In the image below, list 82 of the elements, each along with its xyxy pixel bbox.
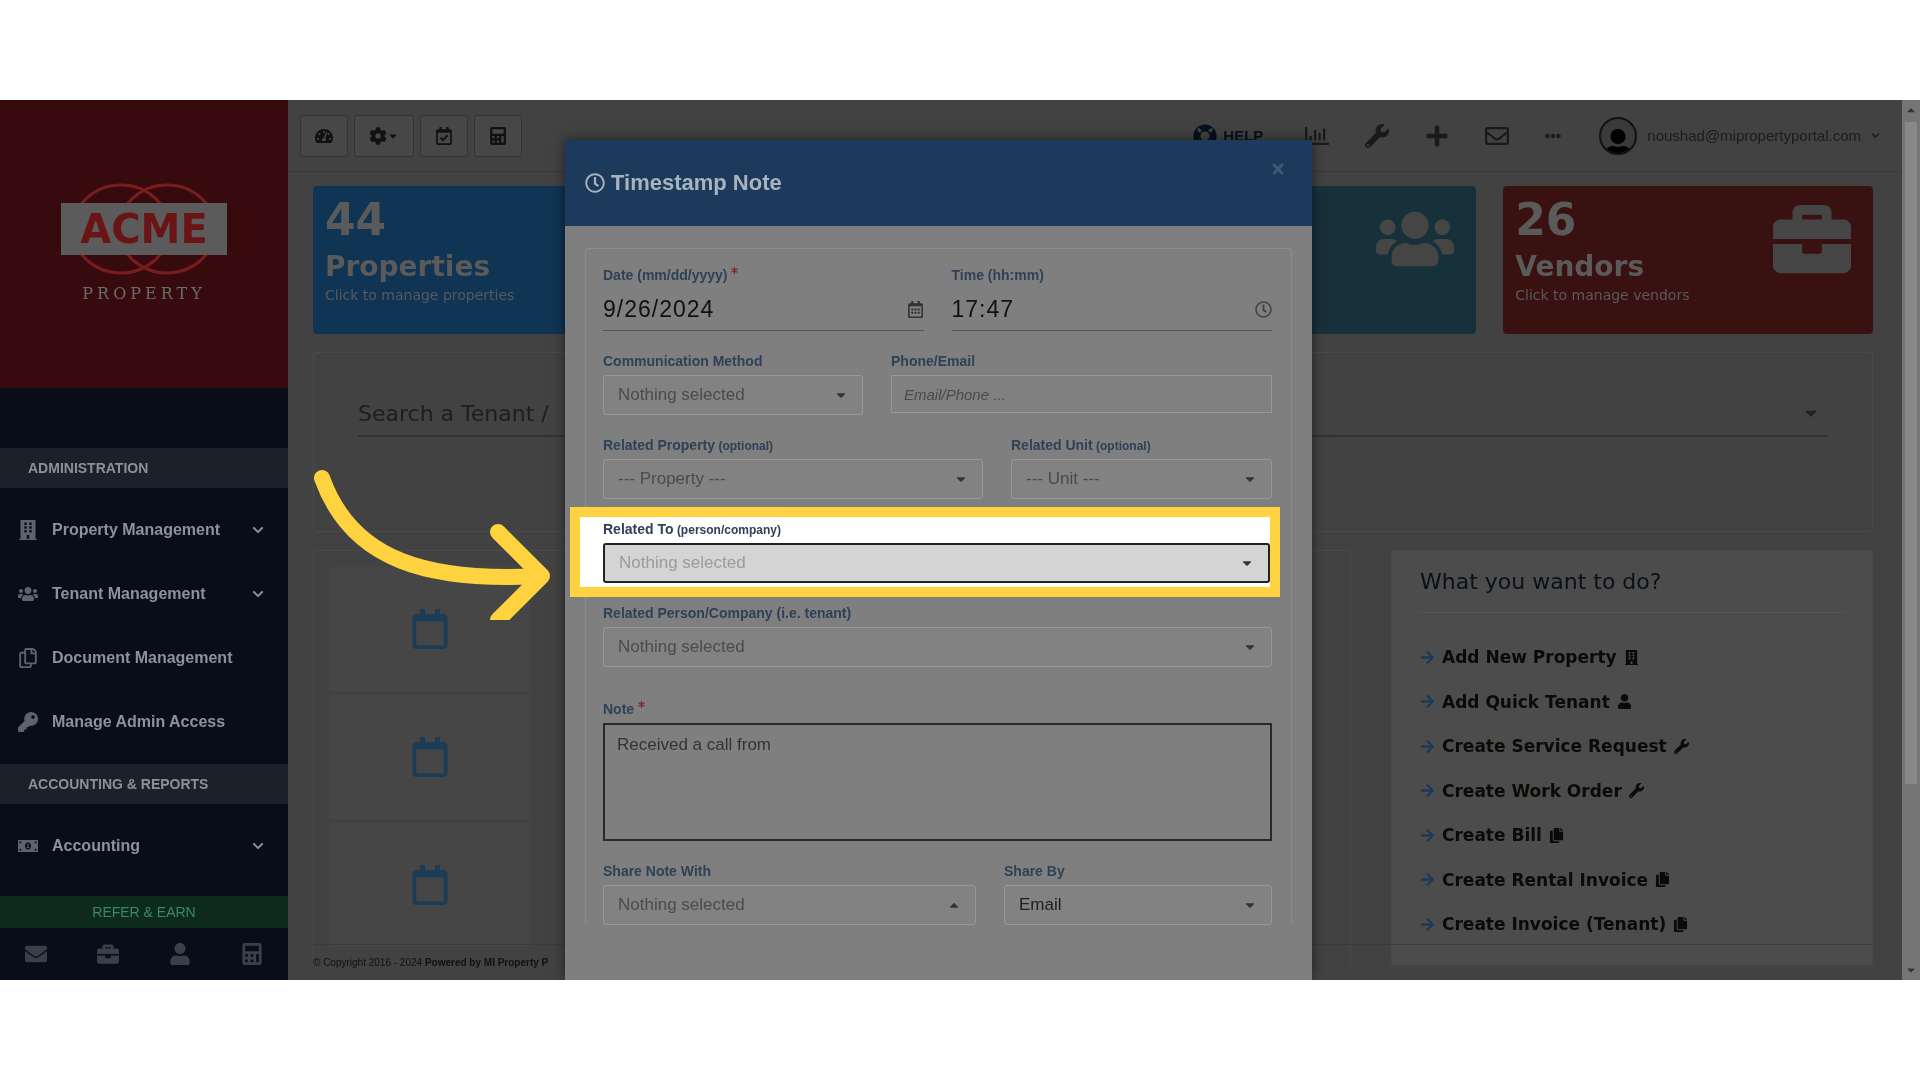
settings-button[interactable] [354,114,414,157]
arrow-icon [1420,827,1435,843]
building-icon [1623,649,1639,665]
calendar-button[interactable] [420,114,468,157]
field-label: Related To (person/company) [603,521,782,537]
wrench-icon [1628,783,1644,799]
chevron-icon [1871,131,1880,140]
date-field[interactable]: 9/26/2024 [603,289,924,331]
field-label: Related Person/Company (i.e. tenant) [603,605,853,621]
card-title: Properties [325,250,491,284]
card-title: Vendors [1515,250,1645,284]
plus-icon [1425,123,1450,148]
time-field[interactable]: 17:47 [951,289,1272,331]
calendar-icon [410,865,450,905]
action-link[interactable]: Create Invoice (Tenant) [1420,902,1844,947]
dashboard-button[interactable] [300,114,348,157]
person-icon [1616,694,1632,710]
calendar-icon [906,301,924,318]
arrow-icon [1420,738,1435,754]
avatar-icon [1599,116,1638,155]
card-subtitle: Click to manage vendors [1515,287,1690,304]
arrow-icon [1420,694,1435,710]
documents-icon [18,648,38,668]
calendar-icon [435,126,453,145]
sidebar-item[interactable]: Manage Admin Access [0,690,288,754]
card-count: 26 [1515,196,1577,245]
required-icon [731,267,739,274]
people-icon [18,584,38,604]
panel-title: What you want to do? [1420,569,1844,613]
card-count: 44 [325,196,387,245]
action-link[interactable]: Create Bill [1420,813,1844,858]
arrow-icon [1420,783,1435,799]
section-heading: ADMINISTRATION [0,448,288,488]
sidebar-item[interactable]: Document Management [0,626,288,690]
action-link[interactable]: Create Rental Invoice [1420,857,1844,902]
required-icon [638,701,646,708]
copy-icon [1655,872,1671,888]
arrow-icon [1420,649,1435,665]
calculator-icon[interactable] [241,943,263,965]
clock-icon [585,173,605,193]
field-label: Phone/Email [891,353,977,369]
field-label: Share Note With [603,863,712,879]
sidebar-item[interactable]: Tenant Management [0,562,288,626]
copy-icon [1673,916,1689,932]
action-link[interactable]: Add New Property [1420,635,1844,680]
user-icon[interactable] [169,943,191,965]
action-link[interactable]: Create Service Request [1420,724,1844,769]
logo: ACME PROPERTY [59,179,229,309]
wrench-icon [1365,123,1390,148]
stat-card[interactable]: 26 Vendors Click to manage vendors [1503,186,1873,334]
action-link[interactable]: Create Work Order [1420,768,1844,813]
note-field[interactable]: Received a call from [603,723,1272,841]
field-label: Related Unit (optional) [1011,437,1152,453]
calendar-icon [410,609,450,649]
card-subtitle: Click to manage properties [325,287,515,304]
field-label: Related Property (optional) [603,437,775,453]
dropdown[interactable]: Nothing selected [603,543,1270,583]
field-label: Note [603,701,1272,717]
refer-button[interactable]: REFER & EARN [0,896,288,928]
calculator-icon [489,126,507,145]
arrow-icon [1420,916,1435,932]
mail-icon[interactable] [25,943,47,965]
calculator-button[interactable] [474,114,522,157]
copy-icon [1548,827,1564,843]
calendar-icon [410,737,450,777]
arrow-icon [1420,872,1435,888]
settings-icon [369,126,387,145]
field-label: Time (hh:mm) [951,267,1045,283]
briefcase-icon[interactable] [97,943,119,965]
sidebar-item[interactable]: Accounting [0,814,288,878]
section-heading: ACCOUNTING & REPORTS [0,764,288,804]
key-icon [18,712,38,732]
close-icon [1270,161,1286,177]
action-link[interactable]: Add Quick Tenant [1420,679,1844,724]
gauge-icon [315,126,333,145]
building-icon [18,520,38,540]
clock-icon [1255,301,1272,318]
sidebar-item[interactable]: Property Management [0,498,288,562]
field-label: Communication Method [603,353,764,369]
field-label: Share By [1004,863,1066,879]
dropdown[interactable]: Email [1004,885,1272,925]
wrench-icon [1673,738,1689,754]
